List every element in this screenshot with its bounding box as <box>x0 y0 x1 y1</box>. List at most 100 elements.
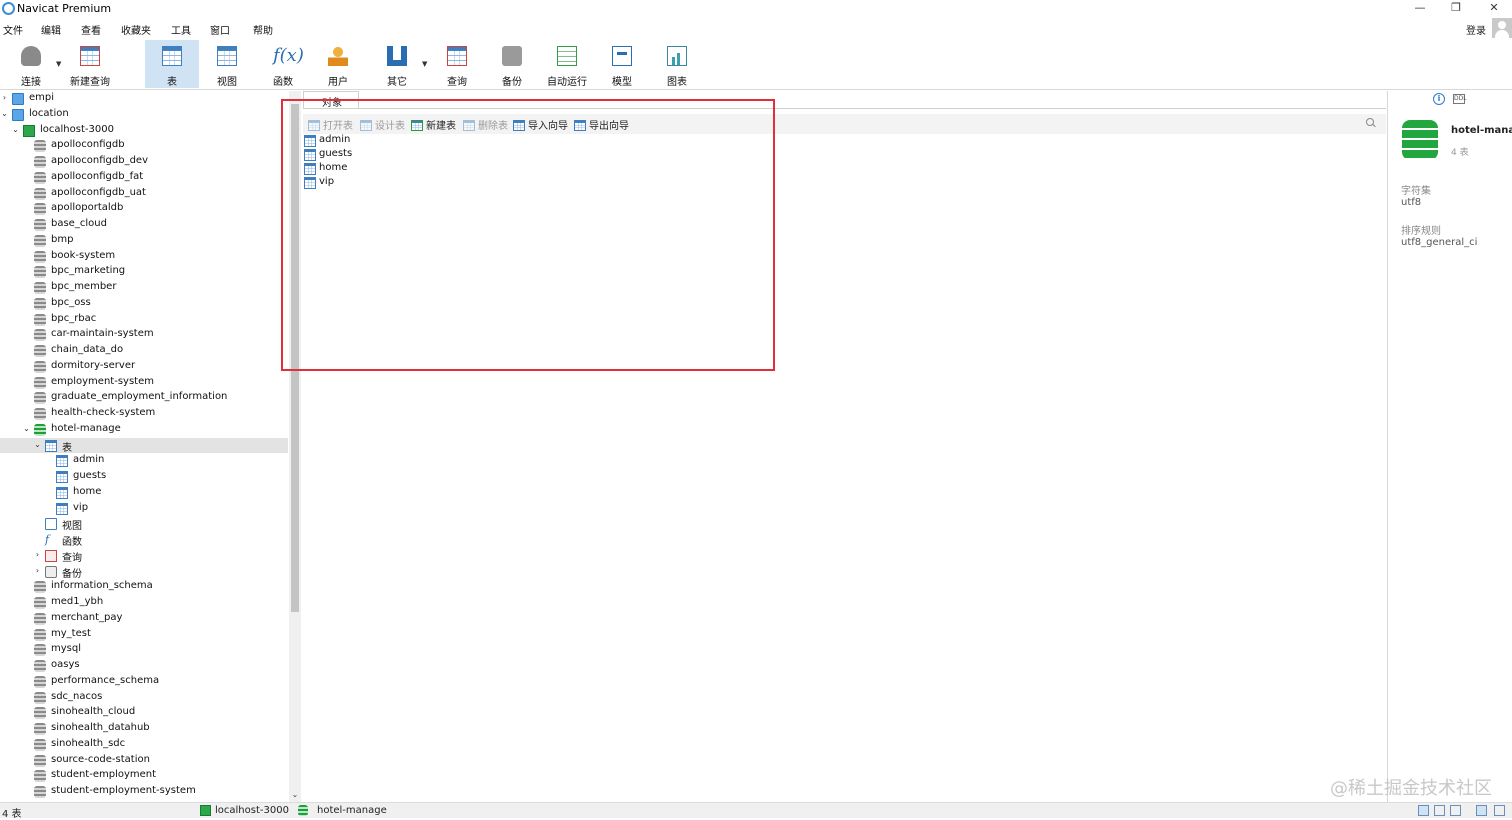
scroll-down-arrow-icon[interactable]: ⌄ <box>289 790 301 799</box>
tree-item[interactable]: guests <box>0 469 288 485</box>
chart-button[interactable]: 图表 <box>650 40 704 88</box>
tree-item[interactable]: ⌄ location <box>0 107 288 123</box>
tree-item[interactable]: book-system <box>0 249 288 265</box>
info-icon[interactable]: i <box>1433 93 1445 105</box>
tree-item-label: 备份 <box>62 568 82 580</box>
expanded-arrow-icon[interactable]: ⌄ <box>0 109 9 118</box>
tree-item[interactable]: my_test <box>0 627 288 643</box>
tree-item[interactable]: bpc_member <box>0 280 288 296</box>
tables-button[interactable]: 表 <box>145 40 199 88</box>
tree-item[interactable]: sdc_nacos <box>0 690 288 706</box>
new-query-button[interactable]: 新建查询 <box>63 40 117 88</box>
menu-window[interactable]: 窗口 <box>210 22 230 37</box>
database-icon <box>34 203 46 216</box>
collapsed-arrow-icon[interactable]: › <box>33 566 42 575</box>
model-button[interactable]: 模型 <box>595 40 649 88</box>
tree-item[interactable]: performance_schema <box>0 674 288 690</box>
tree-item[interactable]: student-employment-system <box>0 784 288 800</box>
collapsed-arrow-icon[interactable]: › <box>0 93 9 102</box>
login-link[interactable]: 登录 <box>1466 22 1486 37</box>
menu-view[interactable]: 查看 <box>81 22 101 37</box>
connection-button[interactable]: 连接 <box>4 40 58 88</box>
views-button[interactable]: 视图 <box>200 40 254 88</box>
main-toolbar: 连接 ▼ 新建查询 表 视图 f(x) 函数 用户 其它 ▼ 查询 备份 自动运… <box>0 38 1512 90</box>
list-view-icon[interactable] <box>1434 805 1445 816</box>
toggle-nav-pane-icon[interactable] <box>1476 805 1487 816</box>
menu-help[interactable]: 帮助 <box>253 22 273 37</box>
tree-item[interactable]: mysql <box>0 642 288 658</box>
tree-item[interactable]: employment-system <box>0 375 288 391</box>
tree-item[interactable]: › 备份 <box>0 564 288 580</box>
tree-item[interactable]: home <box>0 485 288 501</box>
tree-item[interactable]: › 查询 <box>0 548 288 564</box>
maximize-button[interactable]: ❐ <box>1441 1 1471 17</box>
tree-item[interactable]: 视图 <box>0 516 288 532</box>
menu-file[interactable]: 文件 <box>3 22 23 37</box>
tree-item[interactable]: oasys <box>0 658 288 674</box>
tree-item[interactable]: apolloportaldb <box>0 201 288 217</box>
database-icon <box>1402 120 1438 160</box>
collapsed-arrow-icon[interactable]: › <box>33 550 42 559</box>
database-icon <box>34 187 46 200</box>
menu-edit[interactable]: 编辑 <box>41 22 61 37</box>
menu-tools[interactable]: 工具 <box>171 22 191 37</box>
tree-item[interactable]: student-employment <box>0 768 288 784</box>
close-button[interactable]: ✕ <box>1479 1 1509 17</box>
users-button[interactable]: 用户 <box>311 40 365 88</box>
others-button[interactable]: 其它 <box>370 40 424 88</box>
functions-button[interactable]: f(x) 函数 <box>256 40 310 89</box>
new-query-icon <box>80 46 100 66</box>
tree-item[interactable]: dormitory-server <box>0 359 288 375</box>
tree-item[interactable]: ⌄ 表 <box>0 437 288 454</box>
tree-item[interactable]: med1_ybh <box>0 595 288 611</box>
tree-item[interactable]: ⌄ hotel-manage <box>0 422 288 438</box>
tree-item[interactable]: graduate_employment_information <box>0 390 288 406</box>
detail-view-icon[interactable] <box>1450 805 1461 816</box>
user-avatar-icon[interactable] <box>1492 18 1512 38</box>
tree-item[interactable]: sinohealth_datahub <box>0 721 288 737</box>
toggle-info-pane-icon[interactable] <box>1494 805 1505 816</box>
tree-item[interactable]: apolloconfigdb_fat <box>0 170 288 186</box>
tree-item[interactable]: f 函数 <box>0 532 288 548</box>
tree-item[interactable]: information_schema <box>0 579 288 595</box>
tree-item[interactable]: bmp <box>0 233 288 249</box>
tree-item[interactable]: source-code-station <box>0 753 288 769</box>
tree-item[interactable]: apolloconfigdb <box>0 138 288 154</box>
backup-button[interactable]: 备份 <box>485 40 539 88</box>
user-icon <box>328 46 348 66</box>
search-icon[interactable] <box>1365 117 1377 129</box>
tree-item[interactable]: chain_data_do <box>0 343 288 359</box>
database-icon <box>34 770 46 783</box>
tree-item-label: base_cloud <box>51 218 107 229</box>
database-icon <box>34 597 46 609</box>
auto-run-button[interactable]: 自动运行 <box>540 40 594 88</box>
tree-item[interactable]: apolloconfigdb_dev <box>0 154 288 170</box>
tree-item[interactable]: apolloconfigdb_uat <box>0 186 288 202</box>
tree-item-label: book-system <box>51 249 116 261</box>
database-icon <box>34 691 46 704</box>
tree-item[interactable]: sinohealth_sdc <box>0 737 288 753</box>
menu-favorites[interactable]: 收藏夹 <box>121 22 151 37</box>
others-dropdown-arrow[interactable]: ▼ <box>422 60 427 68</box>
tree-item[interactable]: › empi <box>0 91 288 107</box>
expanded-arrow-icon[interactable]: ⌄ <box>33 440 42 449</box>
minimize-button[interactable]: — <box>1405 1 1435 17</box>
tree-item[interactable]: sinohealth_cloud <box>0 705 288 721</box>
tree-item[interactable]: health-check-system <box>0 406 288 422</box>
tree-item[interactable]: base_cloud <box>0 217 288 233</box>
expanded-arrow-icon[interactable]: ⌄ <box>22 424 31 433</box>
tree-item[interactable]: merchant_pay <box>0 611 288 627</box>
info-table-count: 4 表 <box>1451 148 1469 158</box>
expanded-arrow-icon[interactable]: ⌄ <box>11 125 20 134</box>
tree-item[interactable]: vip <box>0 501 288 517</box>
tree-item[interactable]: bpc_oss <box>0 296 288 312</box>
tree-item[interactable]: ⌄ localhost-3000 <box>0 123 288 139</box>
tree-item[interactable]: bpc_marketing <box>0 264 288 280</box>
tree-item[interactable]: admin <box>0 453 288 469</box>
grid-view-icon[interactable] <box>1418 805 1429 816</box>
tree-item[interactable]: car-maintain-system <box>0 327 288 343</box>
ddl-icon[interactable]: DDL <box>1453 94 1467 104</box>
tree-item[interactable]: bpc_rbac <box>0 312 288 328</box>
connection-dropdown-arrow[interactable]: ▼ <box>56 60 61 68</box>
queries-button[interactable]: 查询 <box>430 40 484 88</box>
